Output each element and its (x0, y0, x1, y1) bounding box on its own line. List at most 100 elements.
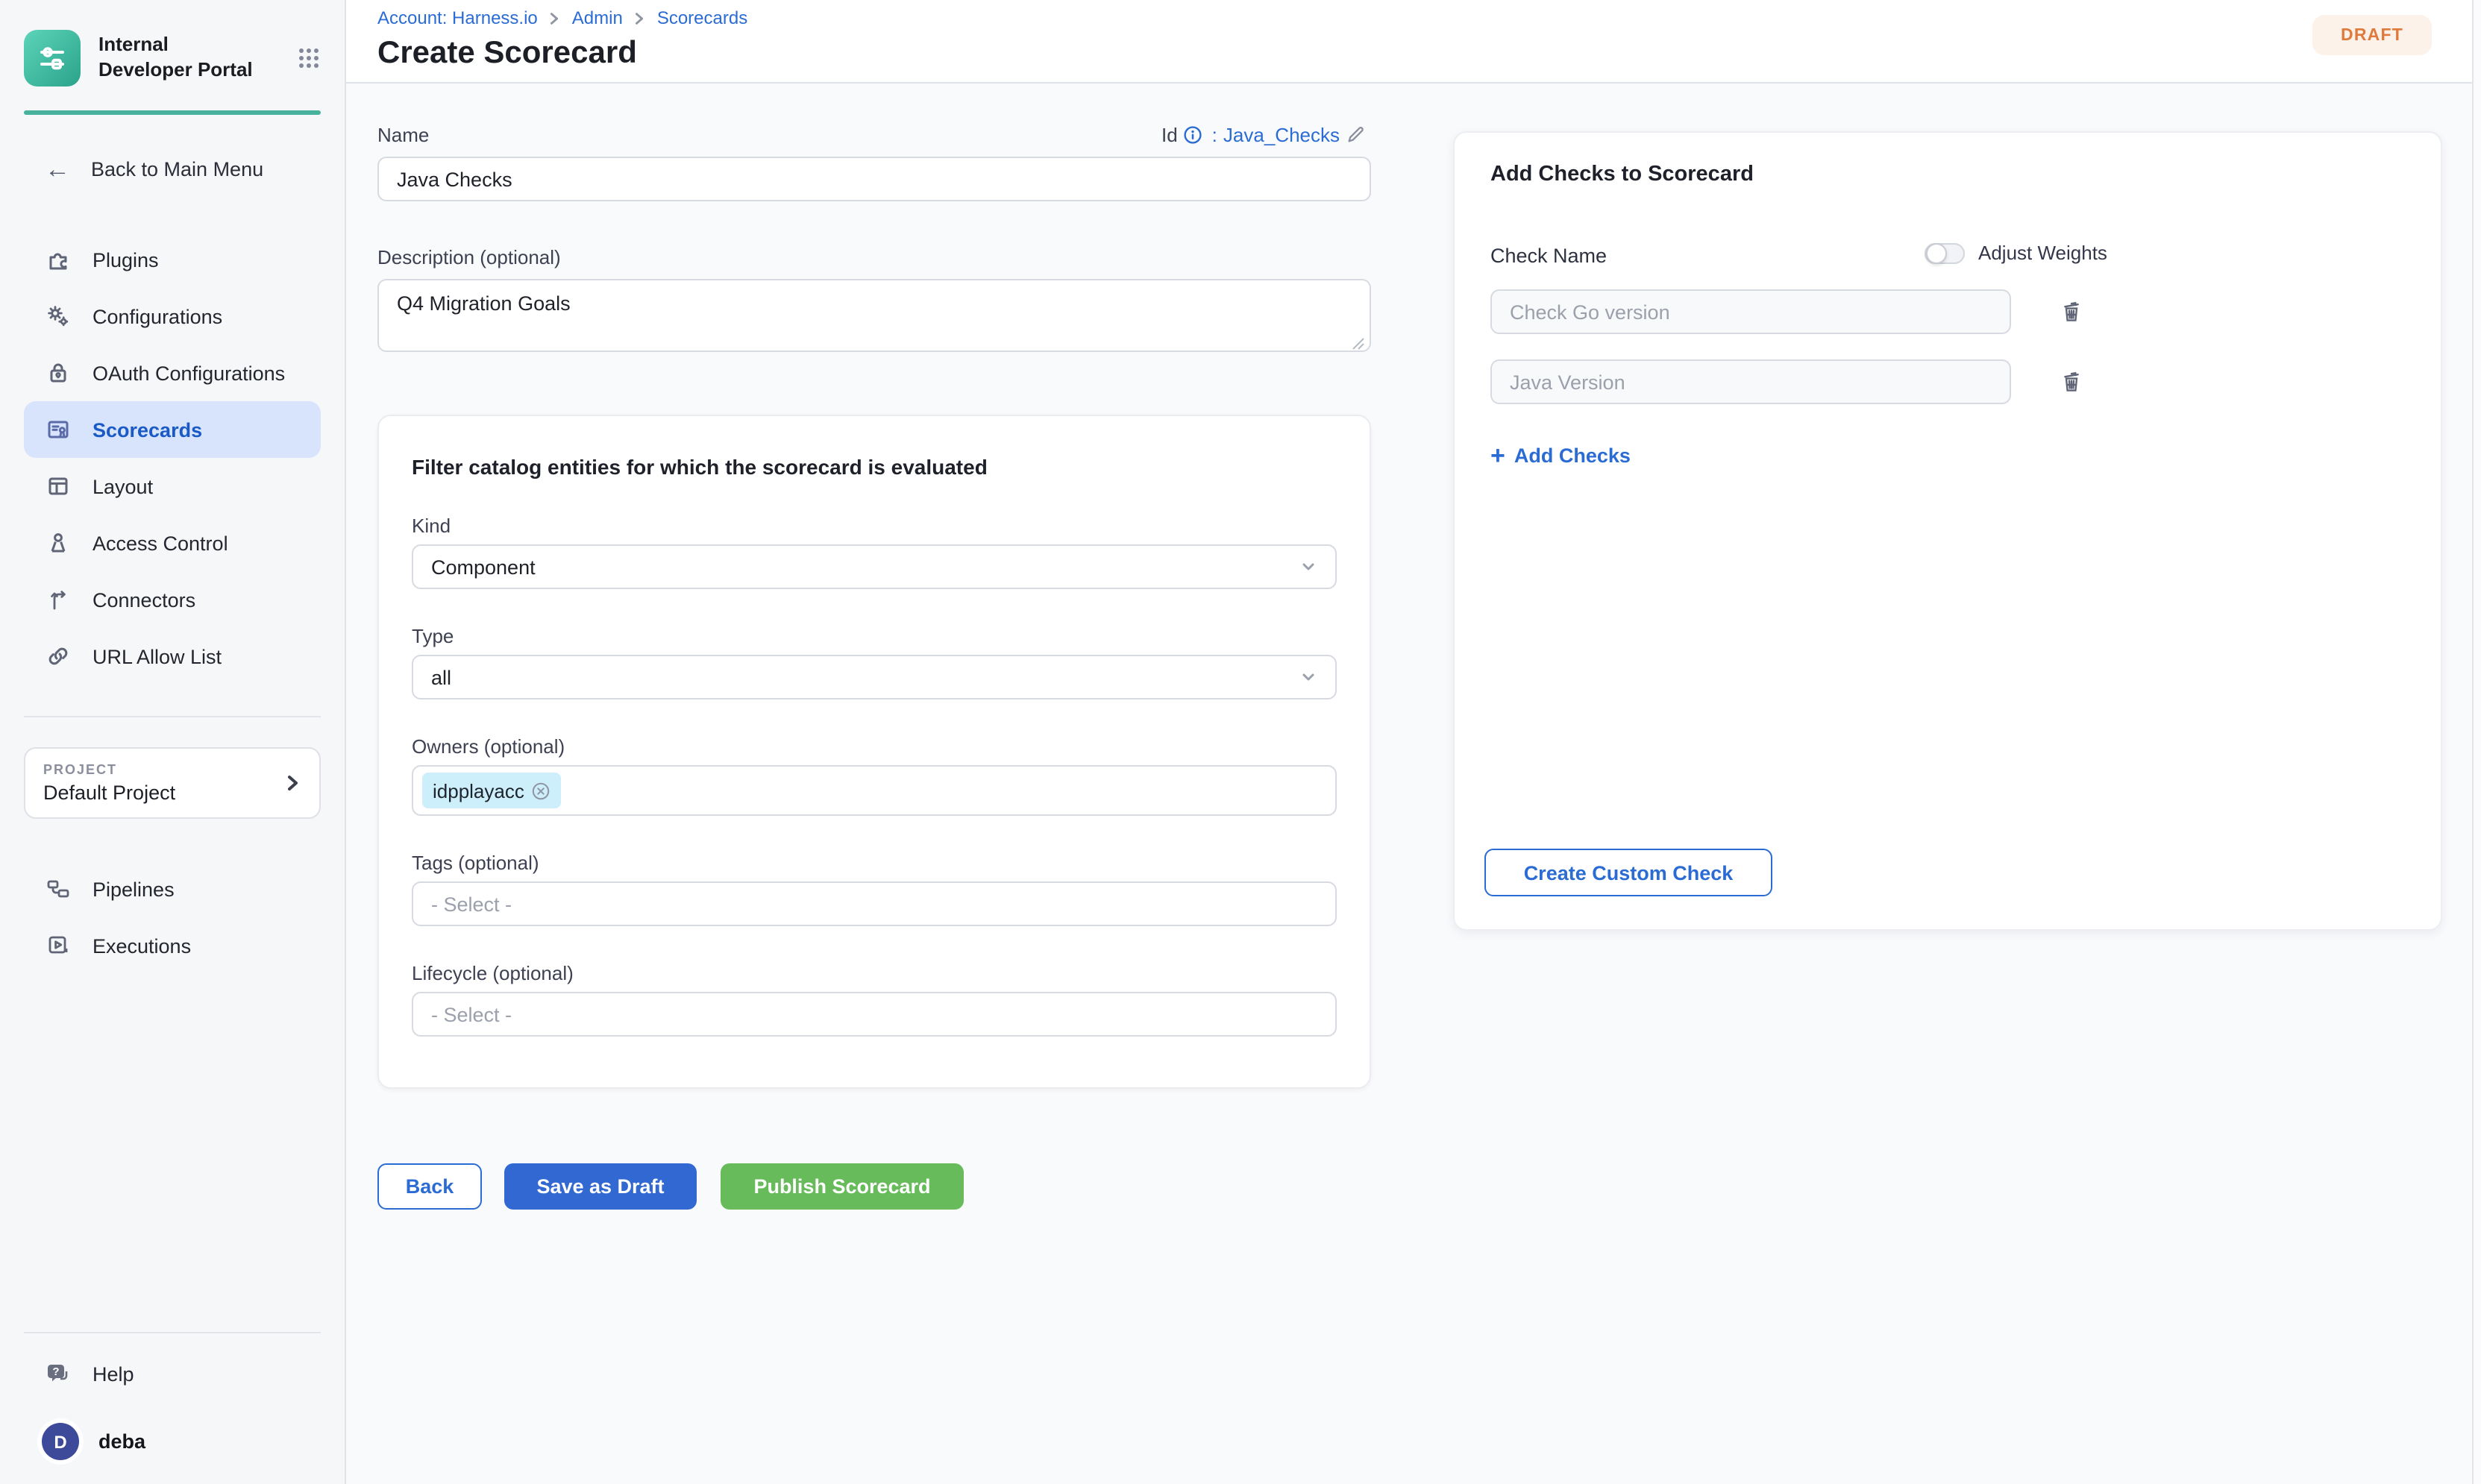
chevron-down-icon (1299, 668, 1317, 686)
scorecard-form: Name Id : Java_Checks (377, 84, 1371, 1484)
owner-chip-label: idpplayacc (433, 779, 524, 802)
executions-icon (45, 932, 72, 959)
sidebar-item-label: URL Allow List (92, 645, 222, 667)
name-input[interactable] (377, 157, 1371, 201)
link-icon (45, 643, 72, 670)
sidebar-item-connectors[interactable]: Connectors (24, 571, 321, 628)
project-name: Default Project (43, 782, 175, 804)
check-name-label: Check Name (1490, 244, 1607, 266)
check-name-row: Check Name Adjust Weights (1490, 242, 2405, 268)
back-label: Back to Main Menu (91, 157, 263, 180)
page-title: Create Scorecard (377, 36, 2481, 72)
add-checks-label: Add Checks (1514, 444, 1631, 467)
sidebar-item-label: Configurations (92, 305, 222, 327)
type-value: all (431, 666, 451, 688)
back-to-main-menu[interactable]: ← Back to Main Menu (24, 151, 321, 186)
sidebar-item-label: Pipelines (92, 878, 175, 900)
help-chat-icon: ? (45, 1360, 73, 1387)
scorecard-icon (45, 416, 72, 443)
owners-input[interactable]: idpplayacc (412, 765, 1337, 816)
main-area: Account: Harness.io Admin Scorecards Cre… (346, 0, 2481, 1484)
filter-card: Filter catalog entities for which the sc… (377, 415, 1371, 1089)
chevron-right-icon (633, 11, 647, 25)
pipelines-icon (45, 875, 72, 902)
id-label: Id (1161, 124, 1178, 146)
check-input-2[interactable] (1490, 359, 2011, 404)
page-header: Account: Harness.io Admin Scorecards Cre… (346, 0, 2481, 84)
back-button[interactable]: Back (377, 1163, 482, 1210)
svg-text:?: ? (52, 1365, 59, 1378)
id-value[interactable]: Java_Checks (1223, 124, 1340, 146)
sidebar-item-configurations[interactable]: Configurations (24, 288, 321, 345)
chevron-right-icon (548, 11, 562, 25)
plus-icon: + (1490, 443, 1505, 468)
layout-icon (45, 473, 72, 500)
sidebar-item-plugins[interactable]: Plugins (24, 231, 321, 288)
add-checks-panel: Add Checks to Scorecard Check Name Adjus… (1453, 131, 2442, 931)
tags-select[interactable]: - Select - (412, 881, 1337, 926)
sidebar-nav-project: Pipelines Executions (0, 861, 345, 974)
info-icon[interactable] (1184, 125, 1203, 145)
sidebar-item-label: Scorecards (92, 418, 202, 441)
breadcrumb-scorecards[interactable]: Scorecards (657, 7, 747, 28)
sidebar-item-url-allow-list[interactable]: URL Allow List (24, 628, 321, 685)
sidebar-item-label: Layout (92, 475, 153, 497)
app-grid-icon[interactable] (297, 46, 321, 70)
check-input-1[interactable] (1490, 289, 2011, 334)
delete-check-button[interactable] (2057, 297, 2086, 327)
check-row (1490, 359, 2405, 404)
toggle-knob (1926, 242, 1947, 263)
edit-pencil-icon[interactable] (1346, 125, 1365, 145)
sidebar-item-layout[interactable]: Layout (24, 458, 321, 515)
lock-icon (45, 359, 72, 386)
page-scrollbar[interactable] (2472, 0, 2481, 1484)
user-menu[interactable]: D deba (24, 1423, 321, 1460)
lifecycle-placeholder: - Select - (431, 1003, 512, 1025)
idp-logo (24, 30, 81, 87)
app-viewport: Internal Developer Portal ← Back to Main… (0, 0, 2481, 1484)
adjust-weights-toggle-group: Adjust Weights (1925, 242, 2107, 264)
breadcrumb-account[interactable]: Account: Harness.io (377, 7, 538, 28)
lifecycle-select[interactable]: - Select - (412, 992, 1337, 1037)
type-label: Type (412, 625, 1337, 647)
project-selector[interactable]: PROJECT Default Project (24, 747, 321, 819)
type-field-group: Type all (412, 625, 1337, 699)
create-custom-check-button[interactable]: Create Custom Check (1484, 849, 1772, 896)
kind-select[interactable]: Component (412, 544, 1337, 589)
tags-label: Tags (optional) (412, 852, 1337, 874)
sidebar-item-label: Executions (92, 934, 191, 957)
person-icon (45, 529, 72, 556)
name-label: Name (377, 124, 429, 146)
check-row (1490, 289, 2405, 334)
owner-chip: idpplayacc (422, 773, 562, 808)
save-as-draft-button[interactable]: Save as Draft (504, 1163, 697, 1210)
sidebar-item-executions[interactable]: Executions (24, 917, 321, 974)
kind-field-group: Kind Component (412, 515, 1337, 589)
sidebar-nav: Plugins Configurations (0, 231, 345, 685)
delete-check-button[interactable] (2057, 367, 2086, 397)
trash-icon (2060, 300, 2083, 324)
owners-field-group: Owners (optional) idpplayacc (412, 735, 1337, 816)
chip-remove-icon[interactable] (532, 781, 551, 800)
add-checks-link[interactable]: + Add Checks (1490, 443, 1631, 468)
app-title: Internal Developer Portal (98, 33, 263, 84)
sidebar-item-label: Plugins (92, 248, 159, 271)
publish-scorecard-button[interactable]: Publish Scorecard (721, 1163, 964, 1210)
chevron-down-icon (1299, 558, 1317, 576)
tags-placeholder: - Select - (431, 893, 512, 915)
project-eyebrow: PROJECT (43, 762, 175, 777)
sidebar-item-access-control[interactable]: Access Control (24, 515, 321, 571)
sidebar-item-oauth-configurations[interactable]: OAuth Configurations (24, 345, 321, 401)
description-textarea[interactable]: Q4 Migration Goals (377, 279, 1371, 352)
adjust-weights-toggle[interactable] (1925, 242, 1965, 263)
checks-panel-title: Add Checks to Scorecard (1490, 163, 2405, 186)
form-actions: Back Save as Draft Publish Scorecard (377, 1163, 1371, 1210)
entity-id-row: Id : Java_Checks (1161, 124, 1371, 146)
type-select[interactable]: all (412, 655, 1337, 699)
help-label: Help (92, 1362, 134, 1385)
lifecycle-field-group: Lifecycle (optional) - Select - (412, 962, 1337, 1037)
help-button[interactable]: ? Help (24, 1351, 321, 1396)
sidebar-item-scorecards[interactable]: Scorecards (24, 401, 321, 458)
breadcrumb-admin[interactable]: Admin (572, 7, 623, 28)
sidebar-item-pipelines[interactable]: Pipelines (24, 861, 321, 917)
